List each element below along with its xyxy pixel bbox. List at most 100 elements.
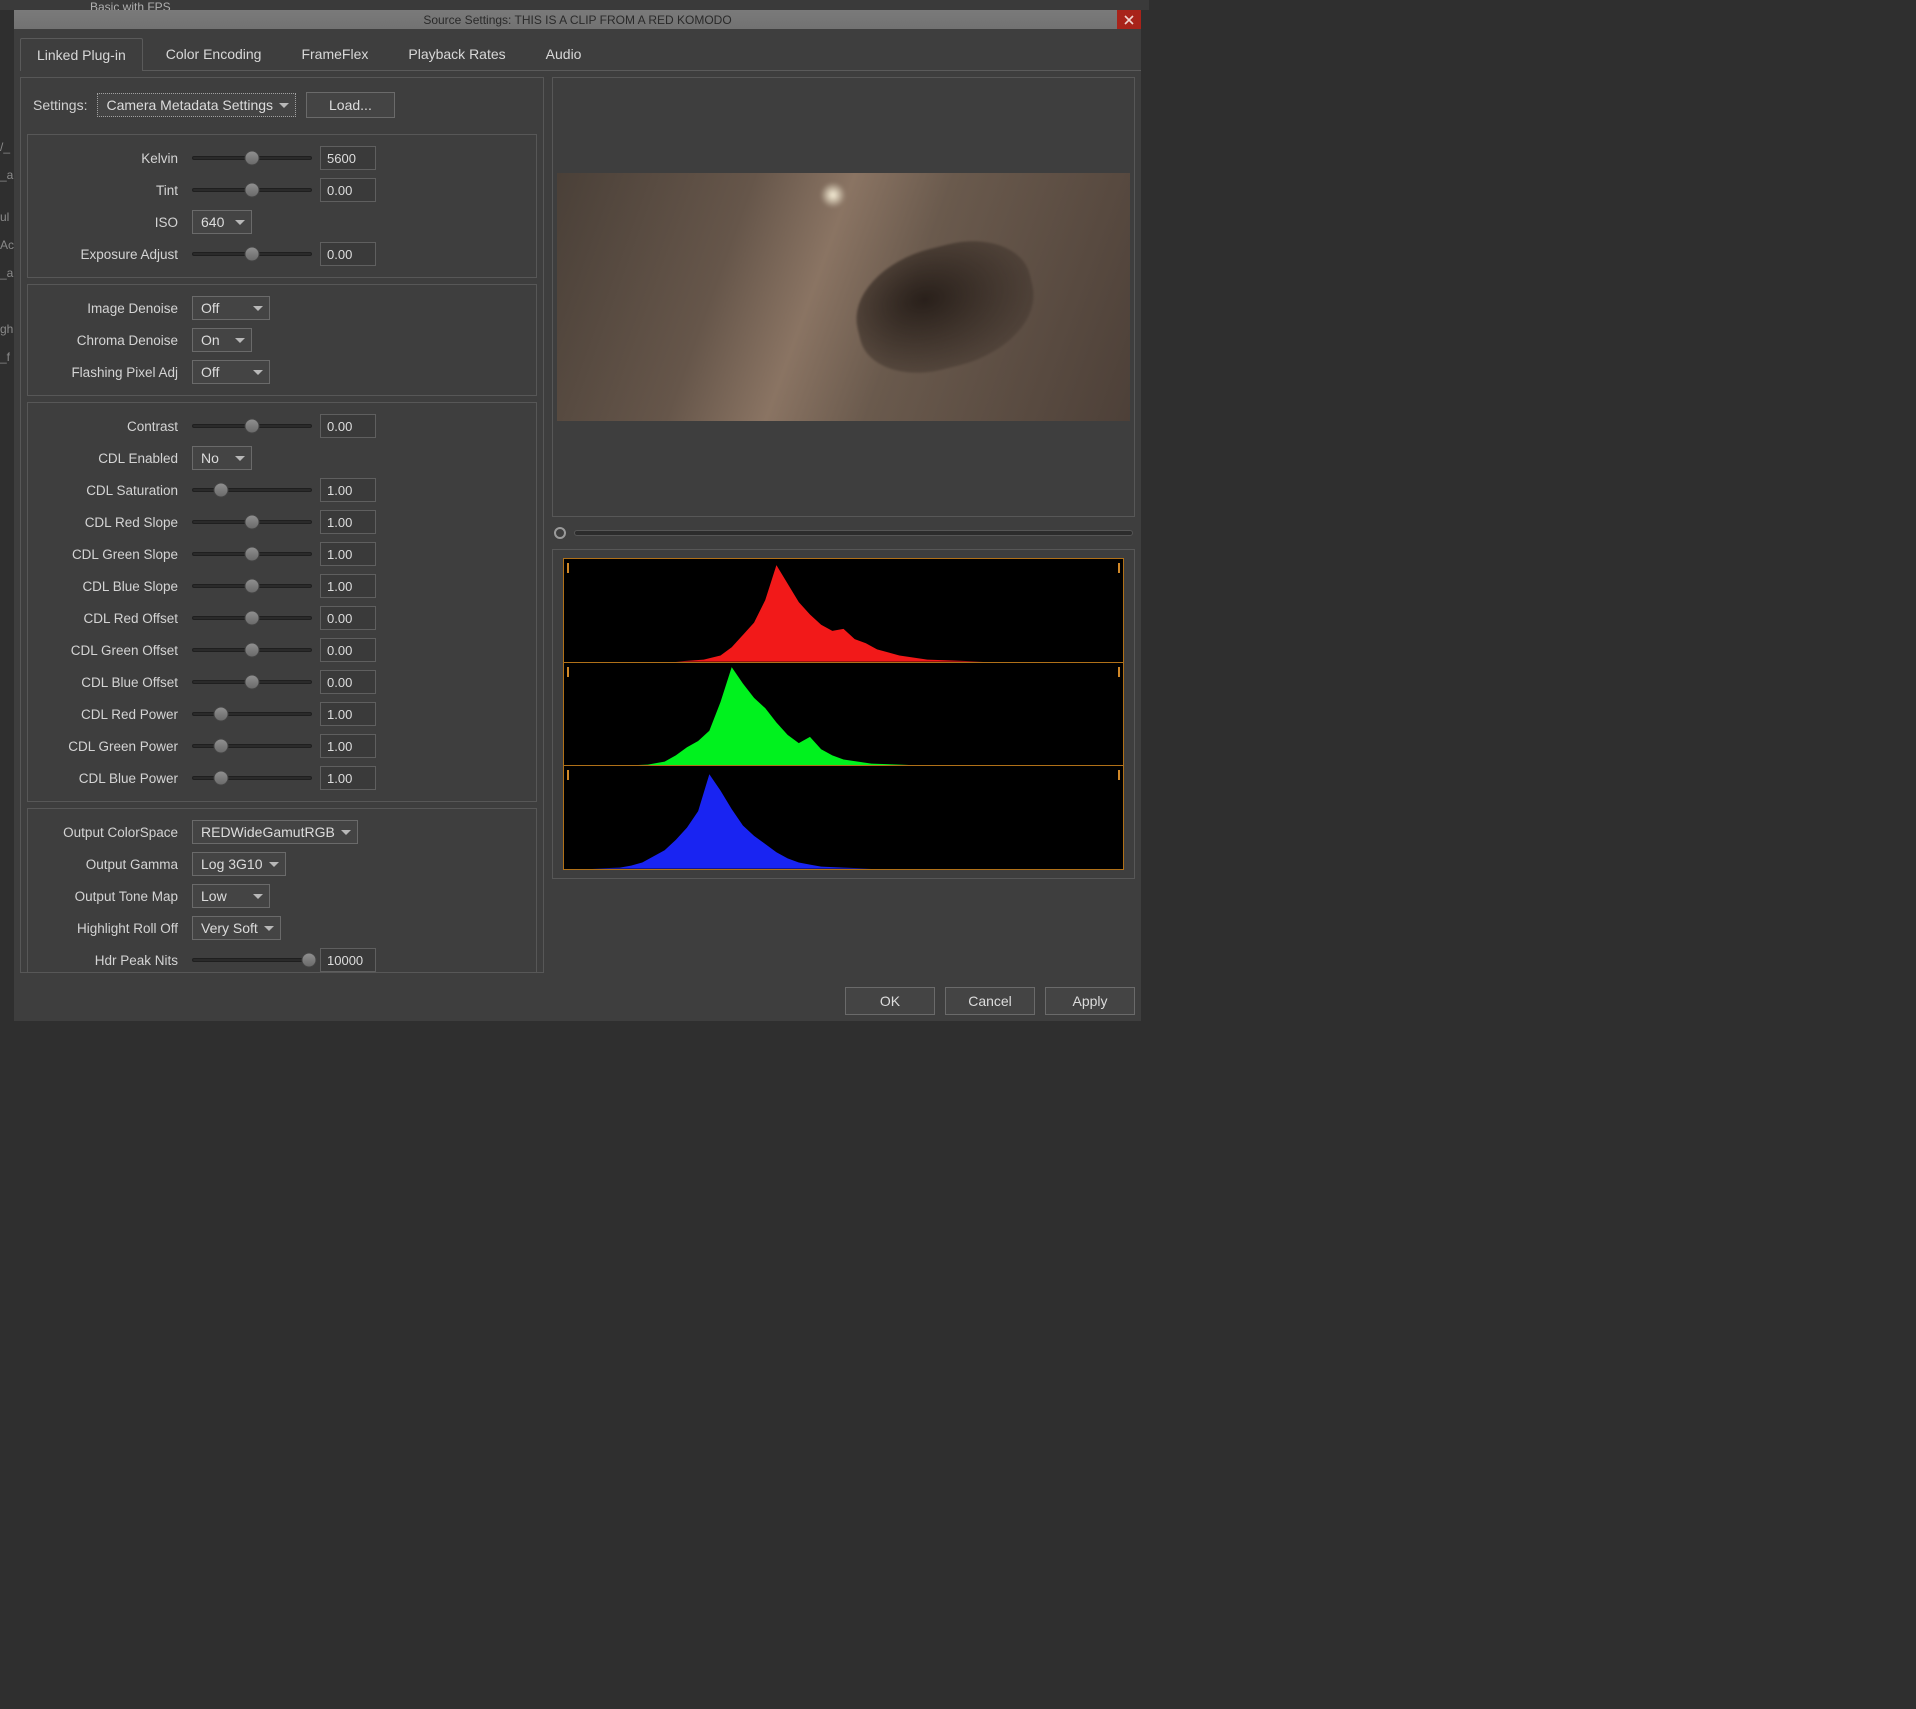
image_denoise-dropdown[interactable]: Off [192, 296, 270, 320]
exposure_adjust-slider-thumb[interactable] [245, 247, 260, 262]
cdl_green_slope-value[interactable]: 1.00 [320, 542, 376, 566]
exposure_adjust-label: Exposure Adjust [34, 247, 184, 262]
row-exposure_adjust: Exposure Adjust 0.00 [34, 241, 530, 267]
hdr_peak_nits-slider[interactable] [192, 958, 312, 962]
iso-label: ISO [34, 215, 184, 230]
cdl_blue_power-value[interactable]: 1.00 [320, 766, 376, 790]
flashing_pixel_adj-label: Flashing Pixel Adj [34, 365, 184, 380]
cdl_red_slope-value[interactable]: 1.00 [320, 510, 376, 534]
tab-color-encoding[interactable]: Color Encoding [149, 37, 279, 70]
tab-playback-rates[interactable]: Playback Rates [391, 37, 522, 70]
cdl_blue_offset-label: CDL Blue Offset [34, 675, 184, 690]
exposure_adjust-value[interactable]: 0.00 [320, 242, 376, 266]
cdl_blue_slope-value[interactable]: 1.00 [320, 574, 376, 598]
cdl_red_offset-slider-thumb[interactable] [245, 611, 260, 626]
tab-audio[interactable]: Audio [529, 37, 599, 70]
hdr_peak_nits-slider-thumb[interactable] [301, 953, 316, 968]
row-kelvin: Kelvin 5600 [34, 145, 530, 171]
apply-button[interactable]: Apply [1045, 987, 1135, 1015]
cdl_saturation-value[interactable]: 1.00 [320, 478, 376, 502]
row-highlight_roll_off: Highlight Roll Off Very Soft [34, 915, 530, 941]
output_tone_map-dropdown[interactable]: Low [192, 884, 270, 908]
flashing_pixel_adj-dropdown[interactable]: Off [192, 360, 270, 384]
contrast-slider-thumb[interactable] [245, 419, 260, 434]
row-cdl_enabled: CDL EnabledNo [34, 445, 530, 471]
row-tint: Tint 0.00 [34, 177, 530, 203]
output_gamma-label: Output Gamma [34, 857, 184, 872]
row-cdl_blue_slope: CDL Blue Slope 1.00 [34, 573, 530, 599]
row-iso: ISO 640 [34, 209, 530, 235]
tab-frameflex[interactable]: FrameFlex [284, 37, 385, 70]
contrast-slider[interactable] [192, 424, 312, 428]
cdl_saturation-label: CDL Saturation [34, 483, 184, 498]
cancel-button[interactable]: Cancel [945, 987, 1035, 1015]
load-button[interactable]: Load... [306, 92, 395, 118]
cdl_saturation-slider[interactable] [192, 488, 312, 492]
cdl_blue_offset-slider-thumb[interactable] [245, 675, 260, 690]
cdl_red_power-label: CDL Red Power [34, 707, 184, 722]
cdl_green_power-slider[interactable] [192, 744, 312, 748]
scrub-track[interactable] [574, 530, 1133, 536]
tint-slider-thumb[interactable] [245, 183, 260, 198]
kelvin-value[interactable]: 5600 [320, 146, 376, 170]
cdl_red_slope-slider-thumb[interactable] [245, 515, 260, 530]
scrub-bar[interactable] [552, 523, 1135, 543]
cdl_green_power-slider-thumb[interactable] [214, 739, 229, 754]
close-button[interactable] [1117, 10, 1141, 29]
video-preview [557, 173, 1130, 421]
cdl_green_offset-slider-thumb[interactable] [245, 643, 260, 658]
cdl_red_power-slider[interactable] [192, 712, 312, 716]
cdl_green_slope-slider-thumb[interactable] [245, 547, 260, 562]
highlight_roll_off-dropdown[interactable]: Very Soft [192, 916, 281, 940]
row-output_colorspace: Output ColorSpace REDWideGamutRGB [34, 819, 530, 845]
group-output: Output ColorSpace REDWideGamutRGB Output G… [27, 808, 537, 973]
cdl_blue_slope-slider[interactable] [192, 584, 312, 588]
settings-dropdown[interactable]: Camera Metadata Settings [97, 93, 296, 117]
kelvin-slider[interactable] [192, 156, 312, 160]
cdl_blue_offset-slider[interactable] [192, 680, 312, 684]
cdl_red_power-value[interactable]: 1.00 [320, 702, 376, 726]
cdl_green_power-value[interactable]: 1.00 [320, 734, 376, 758]
row-cdl_blue_power: CDL Blue Power1.00 [34, 765, 530, 791]
cdl_blue_power-slider[interactable] [192, 776, 312, 780]
scope-red [563, 558, 1124, 663]
iso-dropdown[interactable]: 640 [192, 210, 252, 234]
cdl_red_power-slider-thumb[interactable] [214, 707, 229, 722]
kelvin-label: Kelvin [34, 151, 184, 166]
playhead-icon[interactable] [554, 527, 566, 539]
tint-label: Tint [34, 183, 184, 198]
cdl_red_slope-slider[interactable] [192, 520, 312, 524]
kelvin-slider-thumb[interactable] [245, 151, 260, 166]
cdl_green_slope-slider[interactable] [192, 552, 312, 556]
ok-button[interactable]: OK [845, 987, 935, 1015]
row-cdl_saturation: CDL Saturation 1.00 [34, 477, 530, 503]
output_colorspace-label: Output ColorSpace [34, 825, 184, 840]
image_denoise-label: Image Denoise [34, 301, 184, 316]
chroma_denoise-dropdown[interactable]: On [192, 328, 252, 352]
exposure_adjust-slider[interactable] [192, 252, 312, 256]
tint-value[interactable]: 0.00 [320, 178, 376, 202]
cdl_red_offset-slider[interactable] [192, 616, 312, 620]
cdl_green_offset-value[interactable]: 0.00 [320, 638, 376, 662]
tint-slider[interactable] [192, 188, 312, 192]
cdl_enabled-dropdown[interactable]: No [192, 446, 252, 470]
cdl_blue_slope-label: CDL Blue Slope [34, 579, 184, 594]
cdl_blue_power-slider-thumb[interactable] [214, 771, 229, 786]
group-cdl: Contrast 0.00 CDL EnabledNo CDL Saturation 1… [27, 402, 537, 802]
output_gamma-dropdown[interactable]: Log 3G10 [192, 852, 286, 876]
row-cdl_red_power: CDL Red Power 1.00 [34, 701, 530, 727]
group-camera: Kelvin 5600 Tint 0.00 ISO 640 Exposure Adjust 0… [27, 134, 537, 278]
tab-linked-plug-in[interactable]: Linked Plug-in [20, 38, 143, 71]
bg-side-labels: /__aulAc_agh_f [0, 140, 14, 364]
hdr_peak_nits-value[interactable]: 10000 [320, 948, 376, 972]
cdl_red_offset-value[interactable]: 0.00 [320, 606, 376, 630]
highlight_roll_off-label: Highlight Roll Off [34, 921, 184, 936]
cdl_green_offset-slider[interactable] [192, 648, 312, 652]
contrast-value[interactable]: 0.00 [320, 414, 376, 438]
cdl_saturation-slider-thumb[interactable] [214, 483, 229, 498]
output_colorspace-dropdown[interactable]: REDWideGamutRGB [192, 820, 358, 844]
cdl_blue_offset-value[interactable]: 0.00 [320, 670, 376, 694]
contrast-label: Contrast [34, 419, 184, 434]
row-cdl_green_power: CDL Green Power1.00 [34, 733, 530, 759]
cdl_blue_slope-slider-thumb[interactable] [245, 579, 260, 594]
